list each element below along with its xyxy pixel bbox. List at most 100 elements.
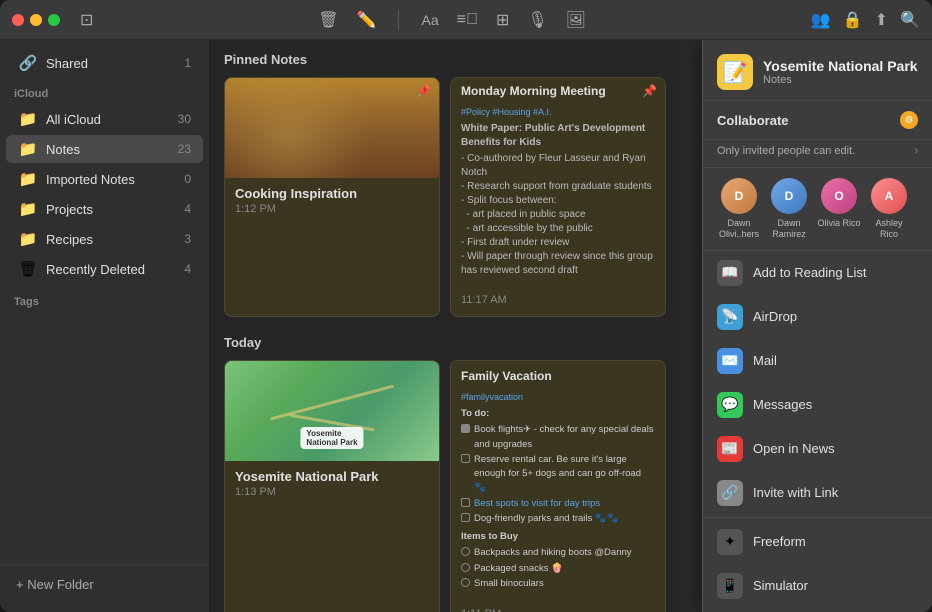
- new-folder-button[interactable]: + New Folder: [10, 573, 199, 596]
- cooking-card-image: [225, 78, 439, 178]
- traffic-lights: [12, 14, 60, 26]
- media-icon[interactable]: 🖼: [566, 10, 586, 30]
- cooking-image-decoration: [225, 78, 439, 178]
- share-menu-reading-list[interactable]: 📖 Add to Reading List: [703, 251, 932, 295]
- chevron-right-icon: ›: [914, 145, 918, 157]
- avatar-name-dawn-r: Dawn Ramirez: [767, 218, 811, 240]
- compose-button[interactable]: ✏️: [357, 10, 377, 30]
- list-icon[interactable]: ≡⃝: [457, 11, 478, 29]
- sidebar-item-notes[interactable]: 📁 Notes 23: [6, 135, 203, 163]
- people-icon[interactable]: 👥: [811, 10, 831, 30]
- titlebar-icons: ⊡: [80, 10, 93, 30]
- news-label: Open in News: [753, 441, 835, 456]
- avatar-circle-dawn-o: D: [721, 178, 757, 214]
- yosemite-card-body: Yosemite National Park 1:13 PM: [225, 461, 439, 508]
- sidebar-all-icloud-count: 30: [178, 112, 191, 126]
- sidebar-item-all-icloud[interactable]: 📁 All iCloud 30: [6, 105, 203, 133]
- share-popup-header: 📝 Yosemite National Park Notes: [703, 40, 932, 101]
- meeting-pin-icon: 📌: [642, 84, 657, 98]
- share-menu-reminders[interactable]: 🔔 Reminders: [703, 608, 932, 612]
- sidebar-notes-label: Notes: [46, 142, 170, 157]
- avatars-row: D Dawn Olivi..hers D Dawn Ramirez O: [703, 168, 932, 251]
- search-icon[interactable]: 🔍: [900, 10, 920, 30]
- share-menu-messages[interactable]: 💬 Messages: [703, 383, 932, 427]
- note-icon: 📝: [717, 54, 753, 90]
- invite-link-label: Invite with Link: [753, 485, 838, 500]
- sidebar-item-recently-deleted[interactable]: 🗑 Recently Deleted 4: [6, 255, 203, 283]
- sidebar-imported-label: Imported Notes: [46, 172, 176, 187]
- collaborate-badge: ⚙: [900, 111, 918, 129]
- icloud-section-label: iCloud: [0, 78, 209, 104]
- menu-divider-1: [703, 517, 932, 518]
- note-card-meeting[interactable]: 📌 Monday Morning Meeting #Policy #Housin…: [450, 77, 666, 317]
- audio-icon[interactable]: 🎙: [527, 10, 547, 30]
- messages-label: Messages: [753, 397, 812, 412]
- family-tag: #familyvacation: [461, 391, 655, 405]
- share-icon[interactable]: ⬆: [875, 10, 888, 30]
- sidebar-item-recipes[interactable]: 📁 Recipes 3: [6, 225, 203, 253]
- font-icon[interactable]: Aa: [421, 12, 438, 28]
- sidebar-imported-count: 0: [184, 172, 191, 186]
- sidebar-recipes-label: Recipes: [46, 232, 176, 247]
- yosemite-map: YosemiteNational Park: [225, 361, 439, 461]
- meeting-card-footer: 11:17 AM: [451, 286, 665, 316]
- meeting-card-title: Monday Morning Meeting: [461, 84, 606, 98]
- sidebar-recipes-count: 3: [184, 232, 191, 246]
- reading-list-label: Add to Reading List: [753, 265, 866, 280]
- family-card-footer: 1:11 PM: [451, 600, 665, 612]
- delete-button[interactable]: 🗑: [318, 10, 338, 30]
- avatar-circle-ashley: A: [871, 178, 907, 214]
- sidebar-notes-count: 23: [178, 142, 191, 156]
- sidebar-item-shared-label: Shared: [46, 56, 176, 71]
- mail-icon: ✉️: [717, 348, 743, 374]
- share-note-title: Yosemite National Park: [763, 58, 918, 75]
- share-menu-list: 📖 Add to Reading List 📡 AirDrop ✉️ Mail …: [703, 251, 932, 612]
- cooking-card-title: Cooking Inspiration: [235, 186, 429, 201]
- maximize-button[interactable]: [48, 14, 60, 26]
- projects-icon: 📁: [18, 200, 38, 218]
- sidebar-item-imported-notes[interactable]: 📁 Imported Notes 0: [6, 165, 203, 193]
- share-menu-freeform[interactable]: ✦ Freeform: [703, 520, 932, 564]
- note-card-family[interactable]: Family Vacation #familyvacation To do: B…: [450, 360, 666, 612]
- notes-content: Pinned Notes 📌 Cooking Inspiration 1:12: [210, 40, 680, 612]
- note-card-cooking[interactable]: 📌 Cooking Inspiration 1:12 PM: [224, 77, 440, 317]
- avatar-dawn-r[interactable]: D Dawn Ramirez: [767, 178, 811, 240]
- share-menu-invite-link[interactable]: 🔗 Invite with Link: [703, 471, 932, 515]
- new-folder-label: + New Folder: [16, 577, 94, 592]
- sidebar-recently-deleted-label: Recently Deleted: [46, 262, 176, 277]
- main-area: 🔗 Shared 1 iCloud 📁 All iCloud 30 📁 Note…: [0, 40, 932, 612]
- notes-icon: 📁: [18, 140, 38, 158]
- freeform-icon: ✦: [717, 529, 743, 555]
- sidebar-projects-label: Projects: [46, 202, 176, 217]
- sidebar-item-projects[interactable]: 📁 Projects 4: [6, 195, 203, 223]
- share-popup: 📝 Yosemite National Park Notes Collabora…: [702, 40, 932, 612]
- collaborate-row[interactable]: Collaborate ⚙: [703, 101, 932, 140]
- note-card-yosemite[interactable]: YosemiteNational Park Yosemite National …: [224, 360, 440, 612]
- table-icon[interactable]: ⊞: [496, 10, 509, 30]
- close-button[interactable]: [12, 14, 24, 26]
- family-card-body: #familyvacation To do: Book flights✈ - c…: [451, 383, 665, 601]
- avatar-dawn-o[interactable]: D Dawn Olivi..hers: [717, 178, 761, 240]
- share-menu-airdrop[interactable]: 📡 AirDrop: [703, 295, 932, 339]
- sidebar-item-shared[interactable]: 🔗 Shared 1: [6, 49, 203, 77]
- lock-icon[interactable]: 🔒: [843, 10, 863, 30]
- simulator-label: Simulator: [753, 578, 808, 593]
- avatar-circle-olivia: O: [821, 178, 857, 214]
- share-note-subtitle: Notes: [763, 74, 918, 86]
- share-menu-news[interactable]: 📰 Open in News: [703, 427, 932, 471]
- meeting-card-inner: 📌 Monday Morning Meeting #Policy #Housin…: [451, 78, 665, 286]
- simulator-icon: 📱: [717, 573, 743, 599]
- collaborate-sub[interactable]: Only invited people can edit. ›: [703, 140, 932, 168]
- minimize-button[interactable]: [30, 14, 42, 26]
- avatar-olivia[interactable]: O Olivia Rico: [817, 178, 861, 229]
- meeting-preview-content: #Policy #Housing #A.I. White Paper: Publ…: [461, 106, 655, 278]
- right-panel: 📝 Yosemite National Park Notes Collabora…: [680, 40, 932, 612]
- recently-deleted-icon: 🗑: [18, 260, 38, 278]
- share-menu-simulator[interactable]: 📱 Simulator: [703, 564, 932, 608]
- sidebar-toggle-icon[interactable]: ⊡: [80, 10, 93, 30]
- cooking-card-inner: 📌: [225, 78, 439, 178]
- collaborate-label: Collaborate: [717, 113, 789, 128]
- share-menu-mail[interactable]: ✉️ Mail: [703, 339, 932, 383]
- avatar-ashley[interactable]: A Ashley Rico: [867, 178, 911, 240]
- airdrop-label: AirDrop: [753, 309, 797, 324]
